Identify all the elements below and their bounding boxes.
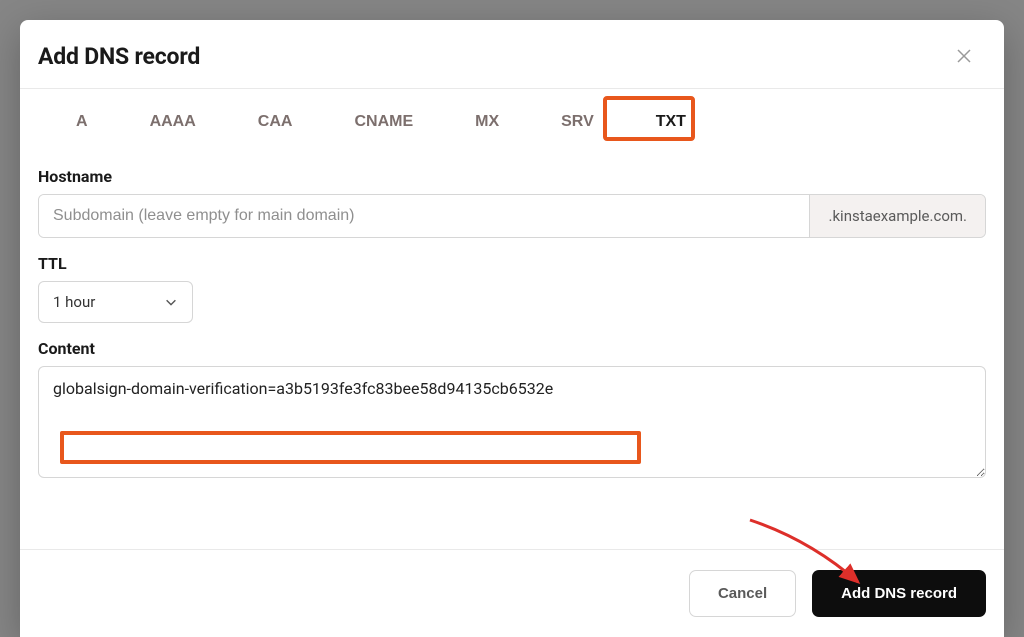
close-icon (956, 48, 972, 64)
ttl-label: TTL (38, 254, 986, 273)
hostname-domain-suffix: .kinstaexample.com. (809, 195, 985, 237)
add-dns-record-modal: Add DNS record A AAAA CAA CNAME MX SRV T… (20, 20, 1004, 637)
tab-srv[interactable]: SRV (557, 107, 598, 137)
field-group-content: Content (38, 339, 986, 482)
tab-aaaa[interactable]: AAAA (146, 107, 200, 137)
field-group-ttl: TTL 1 hour (38, 254, 986, 323)
record-type-tabs: A AAAA CAA CNAME MX SRV TXT (20, 89, 1004, 147)
field-group-hostname: Hostname .kinstaexample.com. (38, 167, 986, 238)
tab-a[interactable]: A (72, 107, 92, 137)
add-dns-record-button[interactable]: Add DNS record (812, 570, 986, 617)
modal-footer: Cancel Add DNS record (20, 549, 1004, 637)
hostname-label: Hostname (38, 167, 986, 186)
modal-header: Add DNS record (20, 20, 1004, 88)
cancel-button[interactable]: Cancel (689, 570, 796, 617)
ttl-selected-value: 1 hour (53, 293, 95, 311)
ttl-select[interactable]: 1 hour (38, 281, 193, 323)
content-label: Content (38, 339, 986, 358)
modal-title: Add DNS record (38, 43, 200, 70)
tab-caa[interactable]: CAA (254, 107, 297, 137)
tab-txt[interactable]: TXT (652, 107, 690, 137)
tab-mx[interactable]: MX (471, 107, 503, 137)
form-body: Hostname .kinstaexample.com. TTL 1 hour … (20, 147, 1004, 549)
tab-cname[interactable]: CNAME (350, 107, 417, 137)
hostname-row: .kinstaexample.com. (38, 194, 986, 238)
content-textarea[interactable] (38, 366, 986, 478)
close-button[interactable] (950, 42, 978, 70)
hostname-input[interactable] (39, 195, 809, 237)
chevron-down-icon (164, 295, 178, 309)
